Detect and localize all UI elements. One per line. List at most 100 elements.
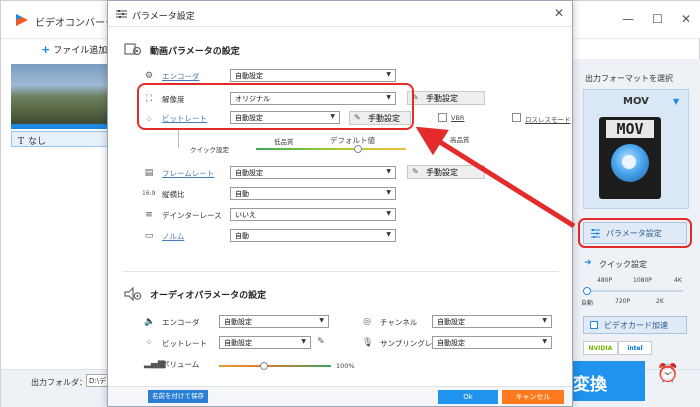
channel-icon: ◎ — [363, 317, 371, 327]
window-controls: — ☐ ✕ — [622, 12, 691, 26]
format-panel-title: 出力フォーマットを選択 — [585, 74, 673, 83]
norm-label[interactable]: ノルム — [162, 231, 184, 242]
pencil-icon[interactable]: ✎ — [316, 337, 326, 347]
chevron-down-icon: ▼ — [542, 338, 547, 345]
deinterlace-value: いいえ — [235, 211, 256, 219]
norm-value: 自動 — [235, 232, 249, 240]
channel-label: チャンネル — [380, 318, 418, 327]
channel-select[interactable]: 自動設定 ▼ — [432, 315, 552, 328]
minimize-button[interactable]: — — [622, 12, 634, 26]
ok-button[interactable]: Ok — [438, 390, 498, 404]
intel-badge[interactable]: intel — [617, 341, 653, 355]
alarm-clock-icon[interactable]: ⏰ — [649, 363, 687, 399]
audio-bitrate-label: ビットレート — [162, 339, 207, 348]
encoder-label[interactable]: エンコーダ — [162, 71, 200, 82]
gpu-checkbox[interactable] — [590, 321, 598, 329]
save-as-button[interactable]: 名前を付けて保存 — [148, 390, 208, 403]
chevron-down-icon: ▼ — [542, 317, 547, 324]
gpu-vendor-spacer — [652, 341, 687, 355]
app-logo-icon — [16, 14, 28, 26]
encoder-select[interactable]: 自動設定 ▼ — [230, 69, 396, 82]
framerate-icon: ▤ — [144, 168, 154, 178]
quick-tick-2k: 2K — [656, 298, 664, 305]
aspect-label: 縦横比 — [162, 190, 185, 199]
chevron-down-icon: ▼ — [386, 210, 391, 217]
video-gear-icon — [124, 43, 142, 56]
deinterlace-icon: ≡ — [145, 210, 153, 220]
format-name: MOV — [623, 96, 649, 107]
framerate-manual-button[interactable]: ✎ 手動設定 — [407, 165, 485, 179]
convert-label: 変換 — [573, 375, 607, 395]
deinterlace-label: デインターレース — [162, 211, 222, 220]
subtitle-label: なし — [28, 137, 47, 147]
close-icon[interactable]: ✕ — [554, 6, 564, 20]
chevron-down-icon: ▼ — [386, 189, 391, 196]
subtitle-row[interactable]: T なし — [11, 131, 109, 147]
gpu-acceleration-button[interactable]: ビデオカード加速 — [583, 316, 687, 334]
quick-bracket — [178, 128, 179, 148]
quality-slider-knob[interactable] — [354, 145, 362, 153]
thumbnail-progress-strip — [11, 124, 109, 129]
resolution-bitrate-highlight — [137, 83, 414, 130]
lossless-checkbox[interactable] — [512, 113, 521, 122]
aspect-ratio-icon: 16:9 — [142, 190, 156, 197]
parameter-settings-dialog: パラメータ設定 ✕ 動画パラメータの設定 ⚙ エンコーダ 自動設定 ▼ ⛶ 解像度… — [107, 0, 573, 407]
quick-settings-label: クイック設定 — [190, 146, 229, 154]
chevron-down-icon: ▼ — [386, 231, 391, 238]
video-thumbnail[interactable] — [11, 64, 109, 124]
chevron-down-icon: ▼ — [319, 317, 324, 324]
parameter-button-highlight — [578, 218, 692, 248]
mov-icon-label: MOV — [606, 120, 654, 138]
add-file-button[interactable]: + ファイル追加 — [41, 43, 107, 56]
chevron-down-icon: ▼ — [386, 71, 391, 78]
close-window-button[interactable]: ✕ — [681, 12, 691, 26]
audio-encoder-select[interactable]: 自動設定 ▼ — [219, 315, 329, 328]
sampling-select[interactable]: 自動設定 ▼ — [432, 336, 552, 349]
add-file-label: ファイル追加 — [53, 46, 108, 56]
cancel-button[interactable]: キャンセル — [502, 390, 564, 404]
framerate-value: 自動設定 — [235, 169, 263, 177]
chevron-down-icon: ▼ — [386, 168, 391, 175]
dropdown-triangle-icon[interactable]: ▼ — [673, 97, 679, 106]
resolution-manual-button[interactable]: ✎ 手動設定 — [407, 91, 485, 105]
chevron-down-icon: ▼ — [301, 338, 306, 345]
text-icon: T — [18, 137, 25, 147]
gpu-acceleration-label: ビデオカード加速 — [604, 321, 668, 330]
convert-button[interactable]: 変換 — [569, 361, 645, 401]
output-folder-label: 出力フォルダ： — [31, 378, 87, 387]
aspect-value: 自動 — [235, 190, 249, 198]
quick-default-label: デフォルト値 — [330, 136, 375, 145]
quick-tick-4k: 4K — [674, 277, 682, 284]
microphone-icon: 🎙 — [362, 338, 374, 348]
aspect-select[interactable]: 自動 ▼ — [230, 187, 396, 200]
quick-high-label: 高品質 — [450, 136, 470, 144]
nvidia-badge[interactable]: NVIDIA — [583, 341, 618, 355]
volume-slider-knob[interactable] — [259, 362, 268, 370]
audio-bitrate-select[interactable]: 自動設定 ▼ — [219, 336, 311, 349]
vbr-checkbox[interactable] — [438, 113, 447, 122]
lossless-label: ロスレスモード — [525, 116, 571, 124]
quality-slider-track[interactable] — [256, 148, 406, 150]
quick-low-label: 低品質 — [274, 138, 294, 146]
volume-slider-track[interactable] — [219, 365, 331, 367]
norm-select[interactable]: 自動 ▼ — [230, 229, 396, 242]
app-title: ビデオコンバータ — [35, 18, 115, 29]
dialog-title: パラメータ設定 — [132, 12, 195, 22]
framerate-select[interactable]: 自動設定 ▼ — [230, 166, 396, 179]
quick-settings-knob[interactable] — [583, 287, 591, 295]
gpu-vendor-row: NVIDIA intel — [583, 341, 687, 359]
quick-settings-slider[interactable] — [587, 290, 683, 292]
maximize-button[interactable]: ☐ — [652, 12, 663, 26]
audio-encoder-label: エンコーダ — [162, 318, 200, 327]
chevron-right-icon: ➜ — [584, 258, 592, 268]
encoder-icon: ⚙ — [144, 71, 154, 81]
dialog-titlebar: パラメータ設定 ✕ — [108, 1, 572, 27]
framerate-manual-label: 手動設定 — [426, 168, 458, 177]
norm-monitor-icon: ▭ — [144, 231, 154, 241]
framerate-label[interactable]: フレームレート — [162, 168, 214, 179]
quick-tick-720p: 720P — [615, 298, 631, 305]
volume-label: ボリューム — [162, 360, 200, 369]
deinterlace-select[interactable]: いいえ ▼ — [230, 208, 396, 221]
audio-section-title: オーディオパラメータの設定 — [150, 291, 267, 301]
video-section-title: 動画パラメータの設定 — [150, 47, 240, 57]
